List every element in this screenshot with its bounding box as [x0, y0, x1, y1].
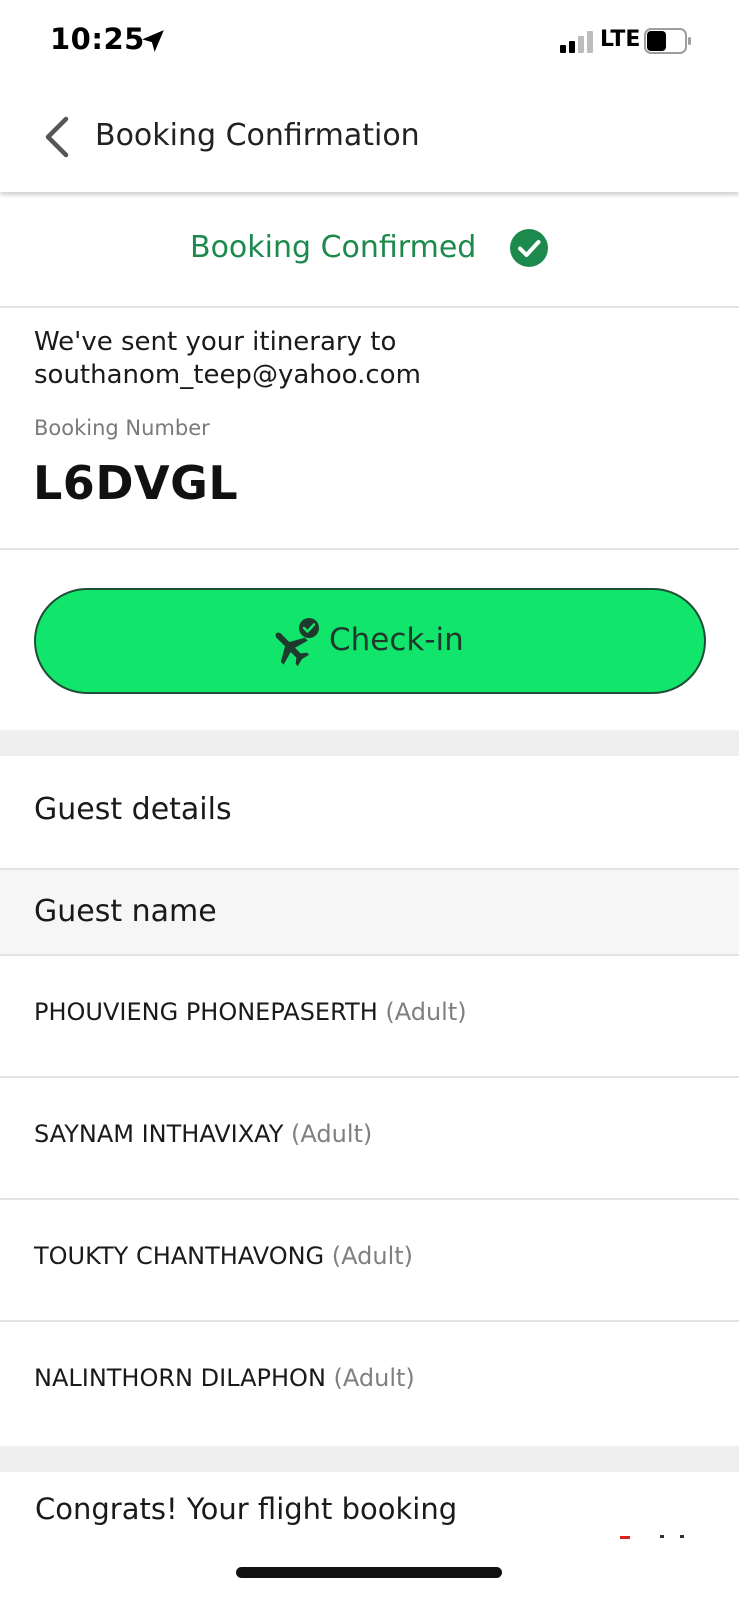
network-type: LTE [600, 27, 641, 52]
congrats-card: Congrats! Your flight booking [0, 1472, 739, 1600]
guest-name-header-label: Guest name [34, 894, 217, 929]
guest-row: SAYNAM INTHAVIXAY (Adult) [0, 1078, 739, 1200]
booking-number: L6DVGL [33, 456, 239, 510]
guest-entry: PHOUVIENG PHONEPASERTH (Adult) [34, 998, 467, 1026]
checkin-button[interactable]: Check-in [34, 588, 706, 694]
guest-name: PHOUVIENG PHONEPASERTH [34, 998, 378, 1026]
section-divider [0, 730, 739, 756]
guest-type: (Adult) [331, 1242, 414, 1270]
guest-entry: NALINTHORN DILAPHON (Adult) [34, 1364, 415, 1392]
back-chevron-icon[interactable] [40, 114, 72, 160]
checkin-section: Check-in [0, 550, 739, 730]
guest-name: TOUKTY CHANTHAVONG [34, 1242, 325, 1270]
itinerary-section: We've sent your itinerary to southanom_t… [0, 308, 739, 550]
section-divider [0, 1446, 739, 1472]
status-bar: 10:25 LTE [0, 0, 739, 86]
page-title: Booking Confirmation [95, 118, 420, 153]
check-circle-icon [510, 229, 548, 267]
guest-details-card: Guest details Guest name PHOUVIENG PHONE… [0, 756, 739, 1446]
guest-entry: TOUKTY CHANTHAVONG (Adult) [34, 1242, 413, 1270]
guest-name: SAYNAM INTHAVIXAY [34, 1120, 284, 1148]
congrats-text: Congrats! Your flight booking [35, 1492, 458, 1526]
confirmation-text: Booking Confirmed [190, 230, 477, 265]
checkin-button-label: Check-in [329, 622, 464, 658]
guest-name-header: Guest name [0, 868, 739, 956]
booking-number-label: Booking Number [34, 416, 210, 440]
guest-row: NALINTHORN DILAPHON (Adult) [0, 1322, 739, 1444]
battery-icon [644, 28, 691, 54]
partial-red-element [620, 1535, 684, 1539]
guest-entry: SAYNAM INTHAVIXAY (Adult) [34, 1120, 372, 1148]
guest-row: PHOUVIENG PHONEPASERTH (Adult) [0, 956, 739, 1078]
guest-name: NALINTHORN DILAPHON [34, 1364, 326, 1392]
status-time: 10:25 [50, 22, 145, 56]
guest-type: (Adult) [291, 1120, 373, 1148]
location-arrow-icon [142, 30, 164, 52]
confirmation-banner: Booking Confirmed [0, 192, 739, 308]
signal-strength-icon [560, 31, 593, 53]
guest-details-title: Guest details [34, 792, 232, 827]
home-indicator[interactable] [236, 1567, 502, 1578]
guest-type: (Adult) [385, 998, 467, 1026]
app-header: Booking Confirmation [0, 86, 739, 192]
guest-type: (Adult) [333, 1364, 415, 1392]
plane-check-icon [275, 618, 319, 667]
itinerary-sent-text: We've sent your itinerary to southanom_t… [34, 327, 421, 390]
guest-row: TOUKTY CHANTHAVONG (Adult) [0, 1200, 739, 1322]
